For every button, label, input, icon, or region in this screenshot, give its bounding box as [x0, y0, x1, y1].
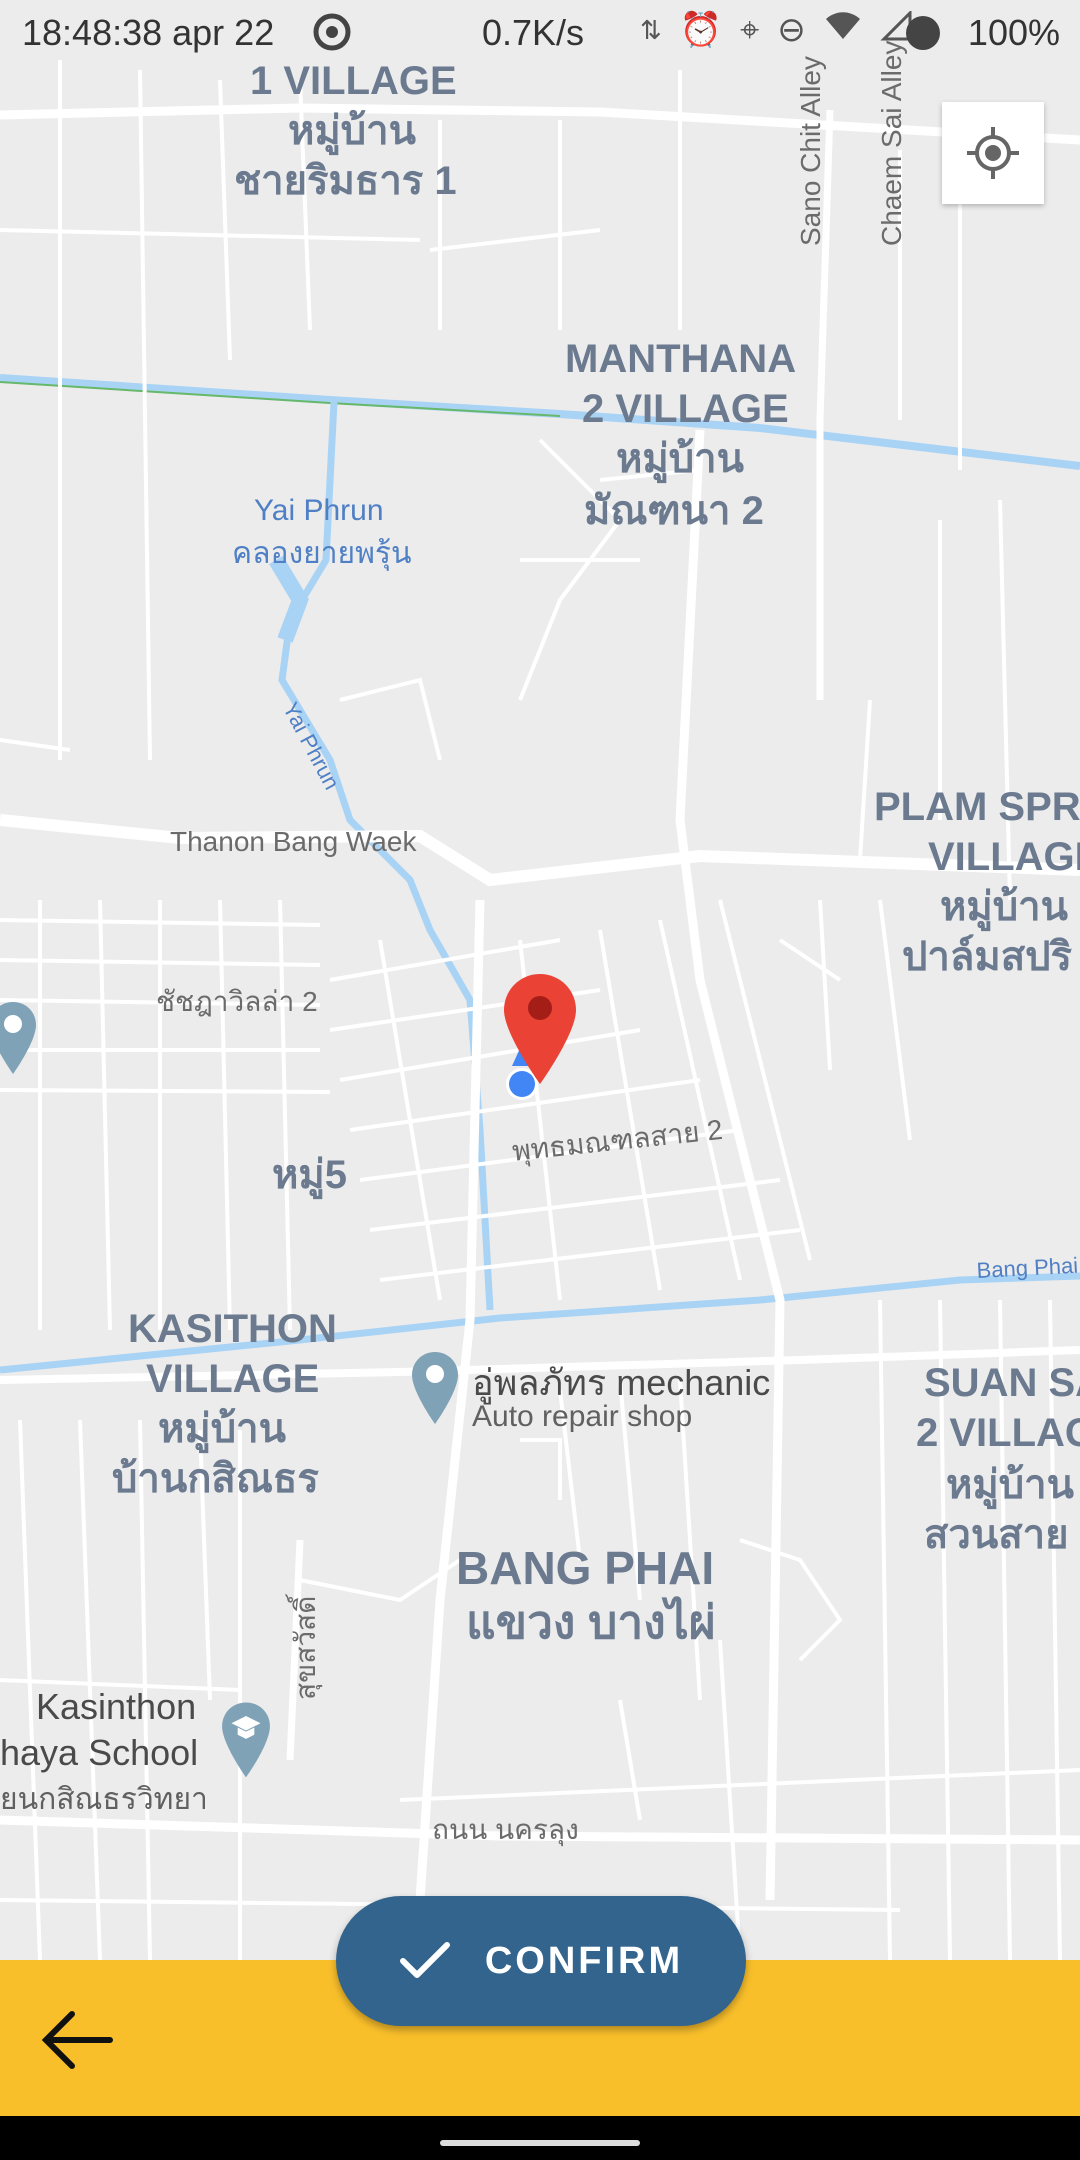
network-speed: 0.7K/s [482, 12, 585, 53]
wifi-icon [824, 11, 862, 50]
home-gesture-pill[interactable] [440, 2140, 640, 2146]
area-label: ชัชฎาวิลล่า 2 [156, 986, 318, 1017]
village-label: สวนสาย [924, 1513, 1069, 1557]
village-label: บ้านกสิณธร [112, 1457, 319, 1501]
poi-name[interactable]: haya School [0, 1732, 198, 1774]
road-label: ถนน นครลุง [432, 1814, 579, 1845]
sync-icon [312, 12, 352, 61]
village-label: หมู่บ้าน [616, 437, 744, 481]
back-button[interactable] [38, 2000, 118, 2080]
village-label: หมู่บ้าน [288, 109, 416, 153]
village-label: หมู่บ้าน [940, 885, 1068, 929]
canal-label: คลองยายพรุ้น [232, 537, 412, 570]
village-label: ปาล์มสปริ [902, 935, 1073, 979]
village-label: SUAN SA [924, 1361, 1080, 1405]
canal-label: Bang Phai [976, 1252, 1079, 1283]
status-bar: 18:48:38 apr 22 0.7K/s ⇅ ⏰ ⌖ ⊖ 100% [0, 0, 1080, 66]
poi-name: ยนกสิณธรวิทยา [0, 1783, 208, 1816]
alarm-icon: ⏰ [679, 11, 723, 49]
village-label: มัณฑนา 2 [584, 489, 764, 533]
village-label: ชายริมธาร 1 [234, 159, 457, 203]
village-label: KASITHON [128, 1307, 337, 1351]
map-view[interactable]: 1 VILLAGE หมู่บ้าน ชายริมธาร 1 MANTHANA … [0, 0, 1080, 1960]
place-marker-icon[interactable] [410, 1350, 460, 1430]
battery-percent: 100% [967, 12, 1060, 53]
village-label: PLAM SPRI [874, 785, 1080, 829]
confirm-label: CONFIRM [484, 1939, 684, 1982]
village-label: 2 VILLAGE [582, 387, 789, 431]
road-label: สุขสวัสดิ์ [290, 1595, 321, 1700]
confirm-button[interactable]: CONFIRM [336, 1896, 746, 2026]
arrow-left-icon [42, 2011, 113, 2069]
village-label: หมู่บ้าน [946, 1463, 1074, 1507]
district-label: แขวง บางไผ่ [466, 1596, 716, 1648]
place-marker-icon[interactable] [0, 1000, 38, 1080]
check-icon [399, 1942, 450, 1978]
canal-label: Yai Phrun [254, 494, 384, 527]
district-label: BANG PHAI [456, 1542, 715, 1594]
battery-icon [906, 16, 940, 50]
poi-category: Auto repair shop [472, 1400, 693, 1433]
street-label: Sano Chit Alley [795, 56, 826, 246]
poi-name[interactable]: Kasinthon [36, 1686, 196, 1728]
my-location-icon [967, 127, 1019, 179]
village-label: 2 VILLAG [916, 1411, 1080, 1455]
dnd-icon: ⊖ [777, 11, 806, 49]
my-location-button[interactable] [942, 102, 1044, 204]
location-icon: ⌖ [740, 10, 760, 49]
street-label: Chaem Sai Alley [876, 40, 907, 246]
village-label: MANTHANA [565, 337, 797, 381]
area-label: หมู่5 [272, 1153, 347, 1197]
school-marker-icon[interactable] [220, 1700, 272, 1784]
road-label: Thanon Bang Waek [170, 826, 417, 857]
village-label: VILLAGE [928, 835, 1080, 879]
status-time: 18:48:38 apr 22 [22, 12, 275, 53]
village-label: หมู่บ้าน [158, 1407, 286, 1451]
selected-location-pin-icon[interactable] [502, 972, 578, 1088]
system-nav-bar [0, 2116, 1080, 2160]
village-label: VILLAGE [146, 1357, 320, 1401]
data-arrows-icon: ⇅ [640, 14, 662, 45]
